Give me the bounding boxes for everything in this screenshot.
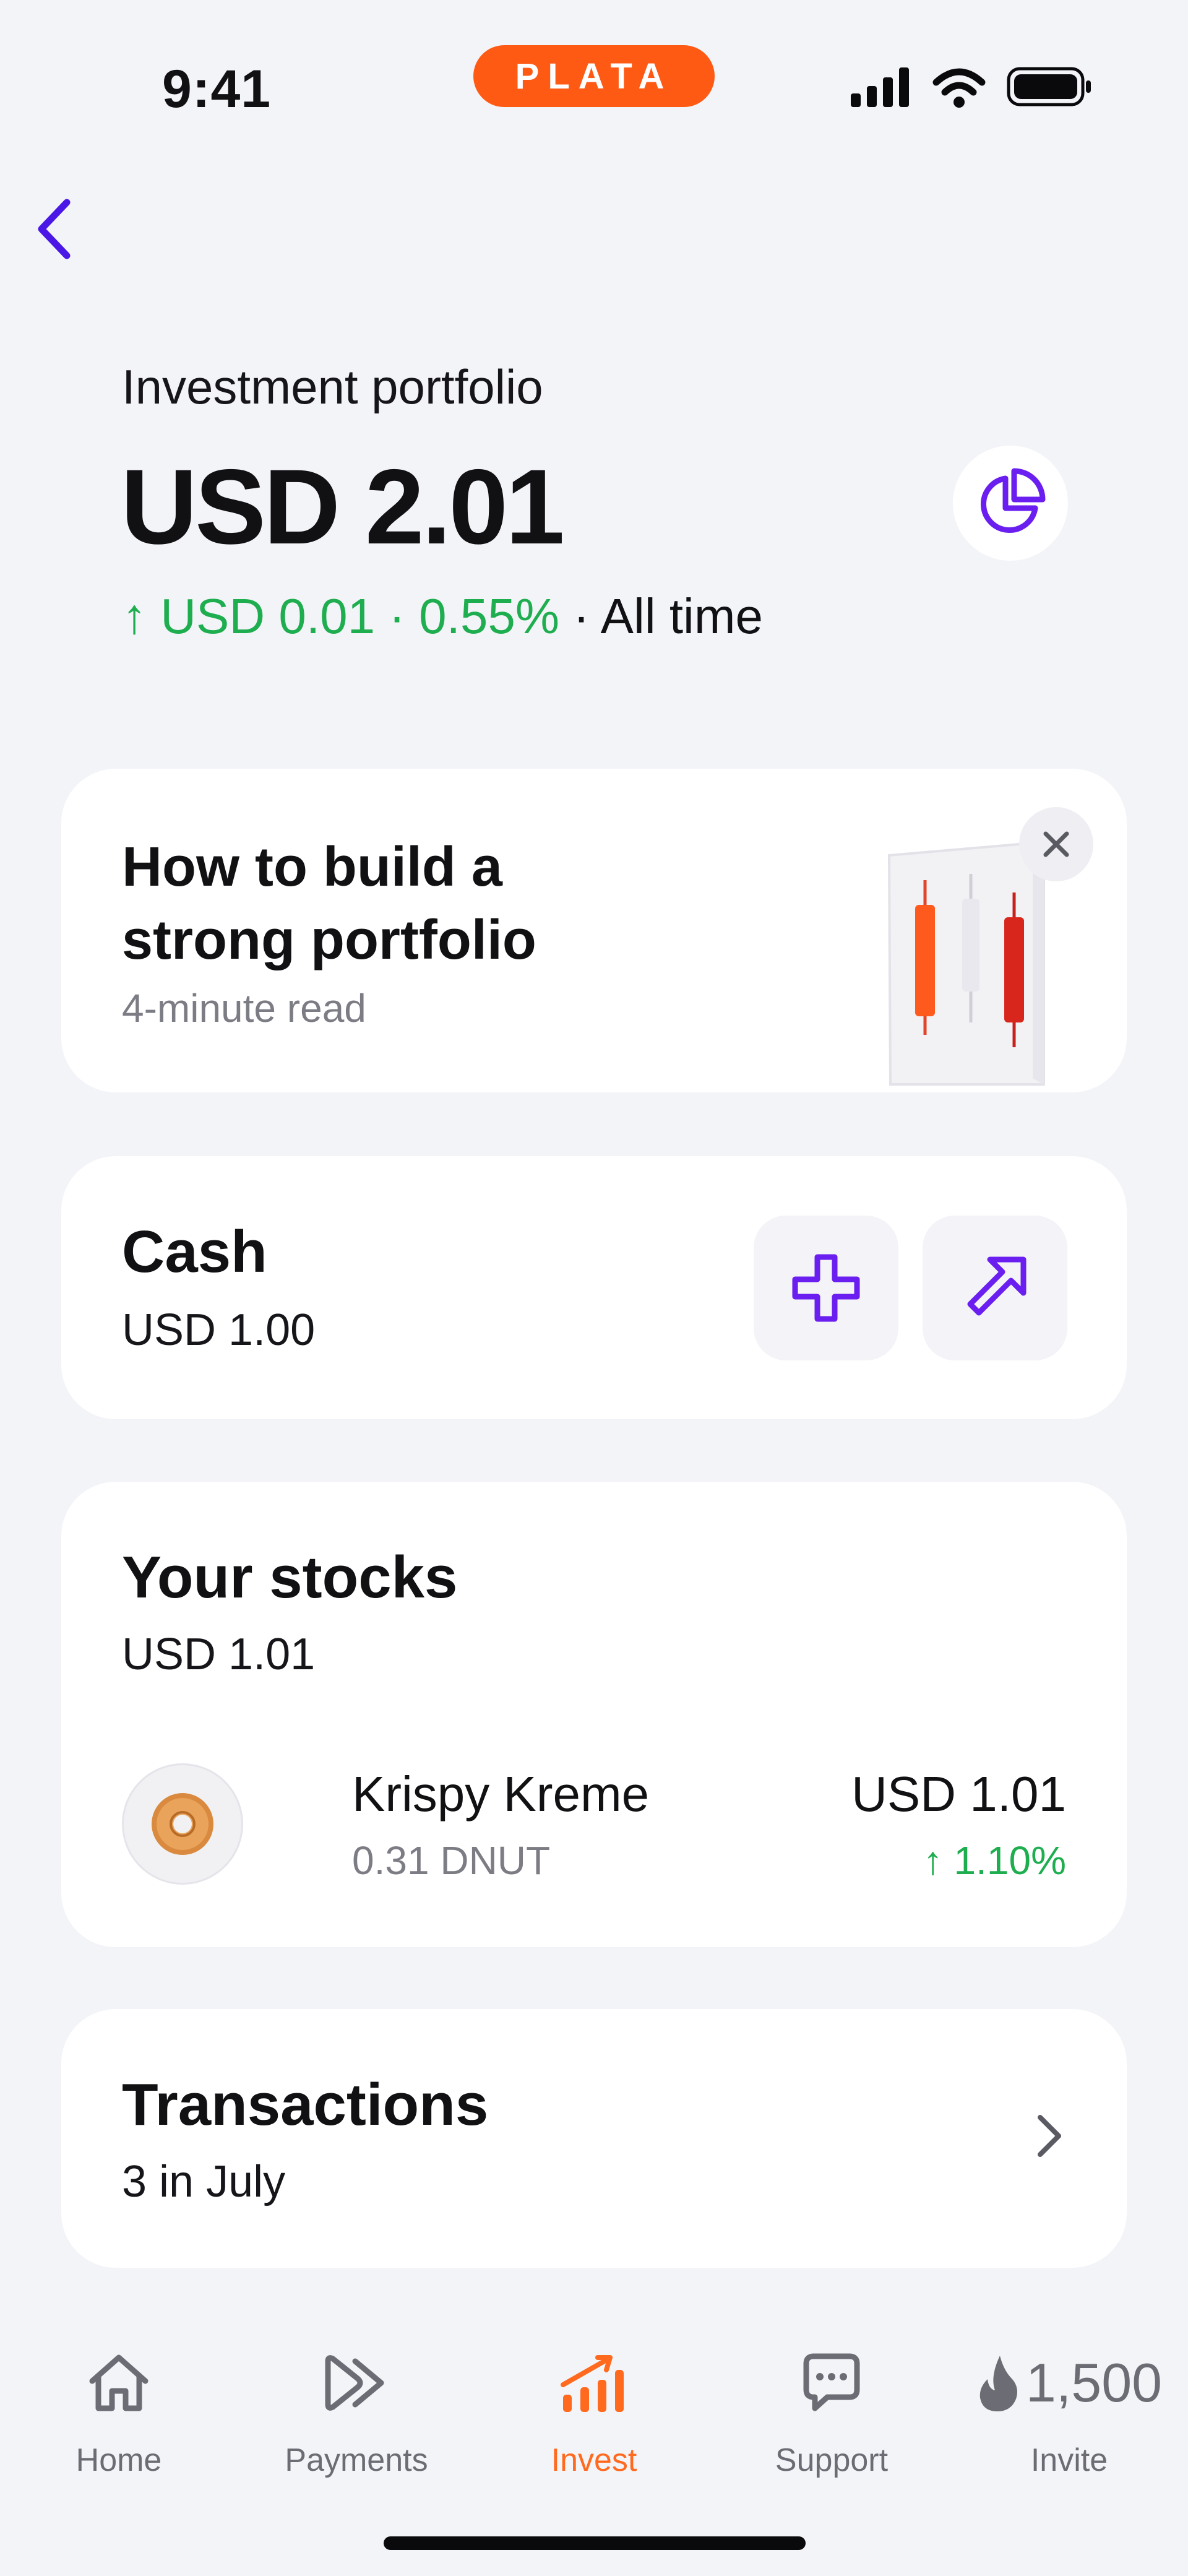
portfolio-total-value: USD 2.01 [121, 447, 565, 566]
status-icons [851, 64, 1092, 110]
add-cash-button[interactable] [754, 1216, 898, 1360]
transactions-card[interactable]: Transactions 3 in July [61, 2009, 1127, 2268]
cash-amount: USD 1.00 [122, 1305, 316, 1355]
close-promo-button[interactable] [1019, 807, 1093, 881]
portfolio-chart-button[interactable] [953, 446, 1068, 561]
stock-row[interactable]: Krispy Kreme 0.31 DNUT USD 1.01 ↑ 1.10% [122, 1763, 1066, 1887]
tab-label-home: Home [75, 2442, 162, 2478]
flame-icon [979, 2356, 1017, 2411]
tab-invite[interactable]: 1,500 Invite [950, 2327, 1188, 2488]
plus-icon [792, 1254, 860, 1322]
invest-icon [475, 2346, 713, 2420]
transactions-title: Transactions [122, 2072, 489, 2138]
home-indicator [384, 2536, 806, 2550]
tab-support[interactable]: Support [713, 2327, 950, 2488]
stocks-title: Your stocks [122, 1544, 458, 1610]
page-title: Investment portfolio [122, 360, 543, 414]
invite-count: 1,500 [1025, 2352, 1163, 2413]
stock-change: ↑ 1.10% [923, 1838, 1066, 1883]
signal-wifi-battery-icon [851, 67, 1091, 108]
stock-name: Krispy Kreme [352, 1766, 650, 1822]
status-bar: 9:41 PLATA [0, 0, 1188, 155]
portfolio-change-amount: ↑ USD 0.01 · 0.55% [122, 589, 559, 644]
tab-payments[interactable]: Payments [238, 2327, 475, 2488]
stocks-card: Your stocks USD 1.01 Krispy Kreme 0.31 D… [61, 1482, 1127, 1947]
stocks-total: USD 1.01 [122, 1630, 316, 1679]
transactions-subtitle: 3 in July [122, 2157, 286, 2206]
arrow-up-right-icon [967, 1256, 1027, 1316]
brand-logo: PLATA [473, 45, 715, 107]
promo-subtitle: 4-minute read [122, 986, 366, 1031]
tab-label-invest: Invest [551, 2442, 637, 2478]
chevron-left-icon [38, 199, 71, 259]
chevron-right-icon [1022, 2102, 1077, 2170]
close-icon [1043, 831, 1069, 857]
payments-icon [238, 2346, 475, 2420]
cash-card[interactable]: Cash USD 1.00 [61, 1156, 1127, 1419]
support-icon [713, 2346, 950, 2420]
stock-quantity: 0.31 DNUT [352, 1838, 551, 1883]
tab-home[interactable]: Home [0, 2327, 238, 2488]
stock-logo [122, 1763, 243, 1885]
promo-title: How to build a strong portfolio [122, 836, 536, 971]
donut-icon [152, 1793, 213, 1855]
promo-card[interactable]: How to build a strong portfolio 4-minute… [61, 769, 1127, 1092]
cash-title: Cash [122, 1219, 267, 1285]
tab-invest[interactable]: Invest [475, 2327, 713, 2488]
tab-label-invite: Invite [1030, 2442, 1108, 2478]
stock-value: USD 1.01 [851, 1766, 1066, 1822]
tab-label-support: Support [775, 2442, 889, 2478]
home-icon [0, 2346, 238, 2420]
portfolio-change-period: · All time [559, 589, 763, 644]
back-button[interactable] [17, 186, 92, 272]
invite-badge: 1,500 [950, 2346, 1188, 2420]
status-time: 9:41 [162, 59, 272, 119]
portfolio-change: ↑ USD 0.01 · 0.55% · All time [122, 588, 763, 645]
tab-label-payments: Payments [285, 2442, 428, 2478]
withdraw-cash-button[interactable] [923, 1216, 1067, 1360]
pie-chart-icon [981, 468, 1046, 533]
